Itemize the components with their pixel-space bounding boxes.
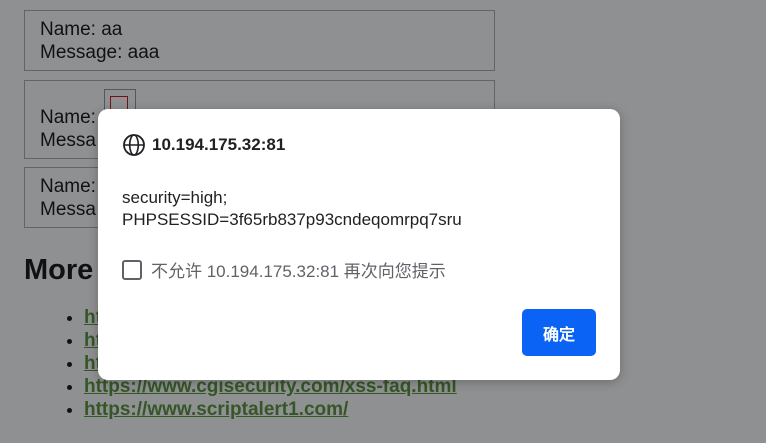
suppress-checkbox[interactable]: [122, 259, 142, 280]
dialog-header: 10.194.175.32:81: [122, 133, 285, 157]
ok-button[interactable]: 确定: [522, 309, 596, 356]
alert-dialog: 10.194.175.32:81 security=high; PHPSESSI…: [98, 109, 620, 380]
dialog-message: security=high; PHPSESSID=3f65rb837p93cnd…: [122, 188, 462, 229]
globe-icon: [123, 134, 145, 156]
suppress-dialogs-option[interactable]: 不允许 10.194.175.32:81 再次向您提示: [122, 257, 446, 282]
suppress-checkbox-label[interactable]: 不允许 10.194.175.32:81 再次向您提示: [151, 257, 446, 282]
dialog-origin: 10.194.175.32:81: [152, 135, 286, 154]
